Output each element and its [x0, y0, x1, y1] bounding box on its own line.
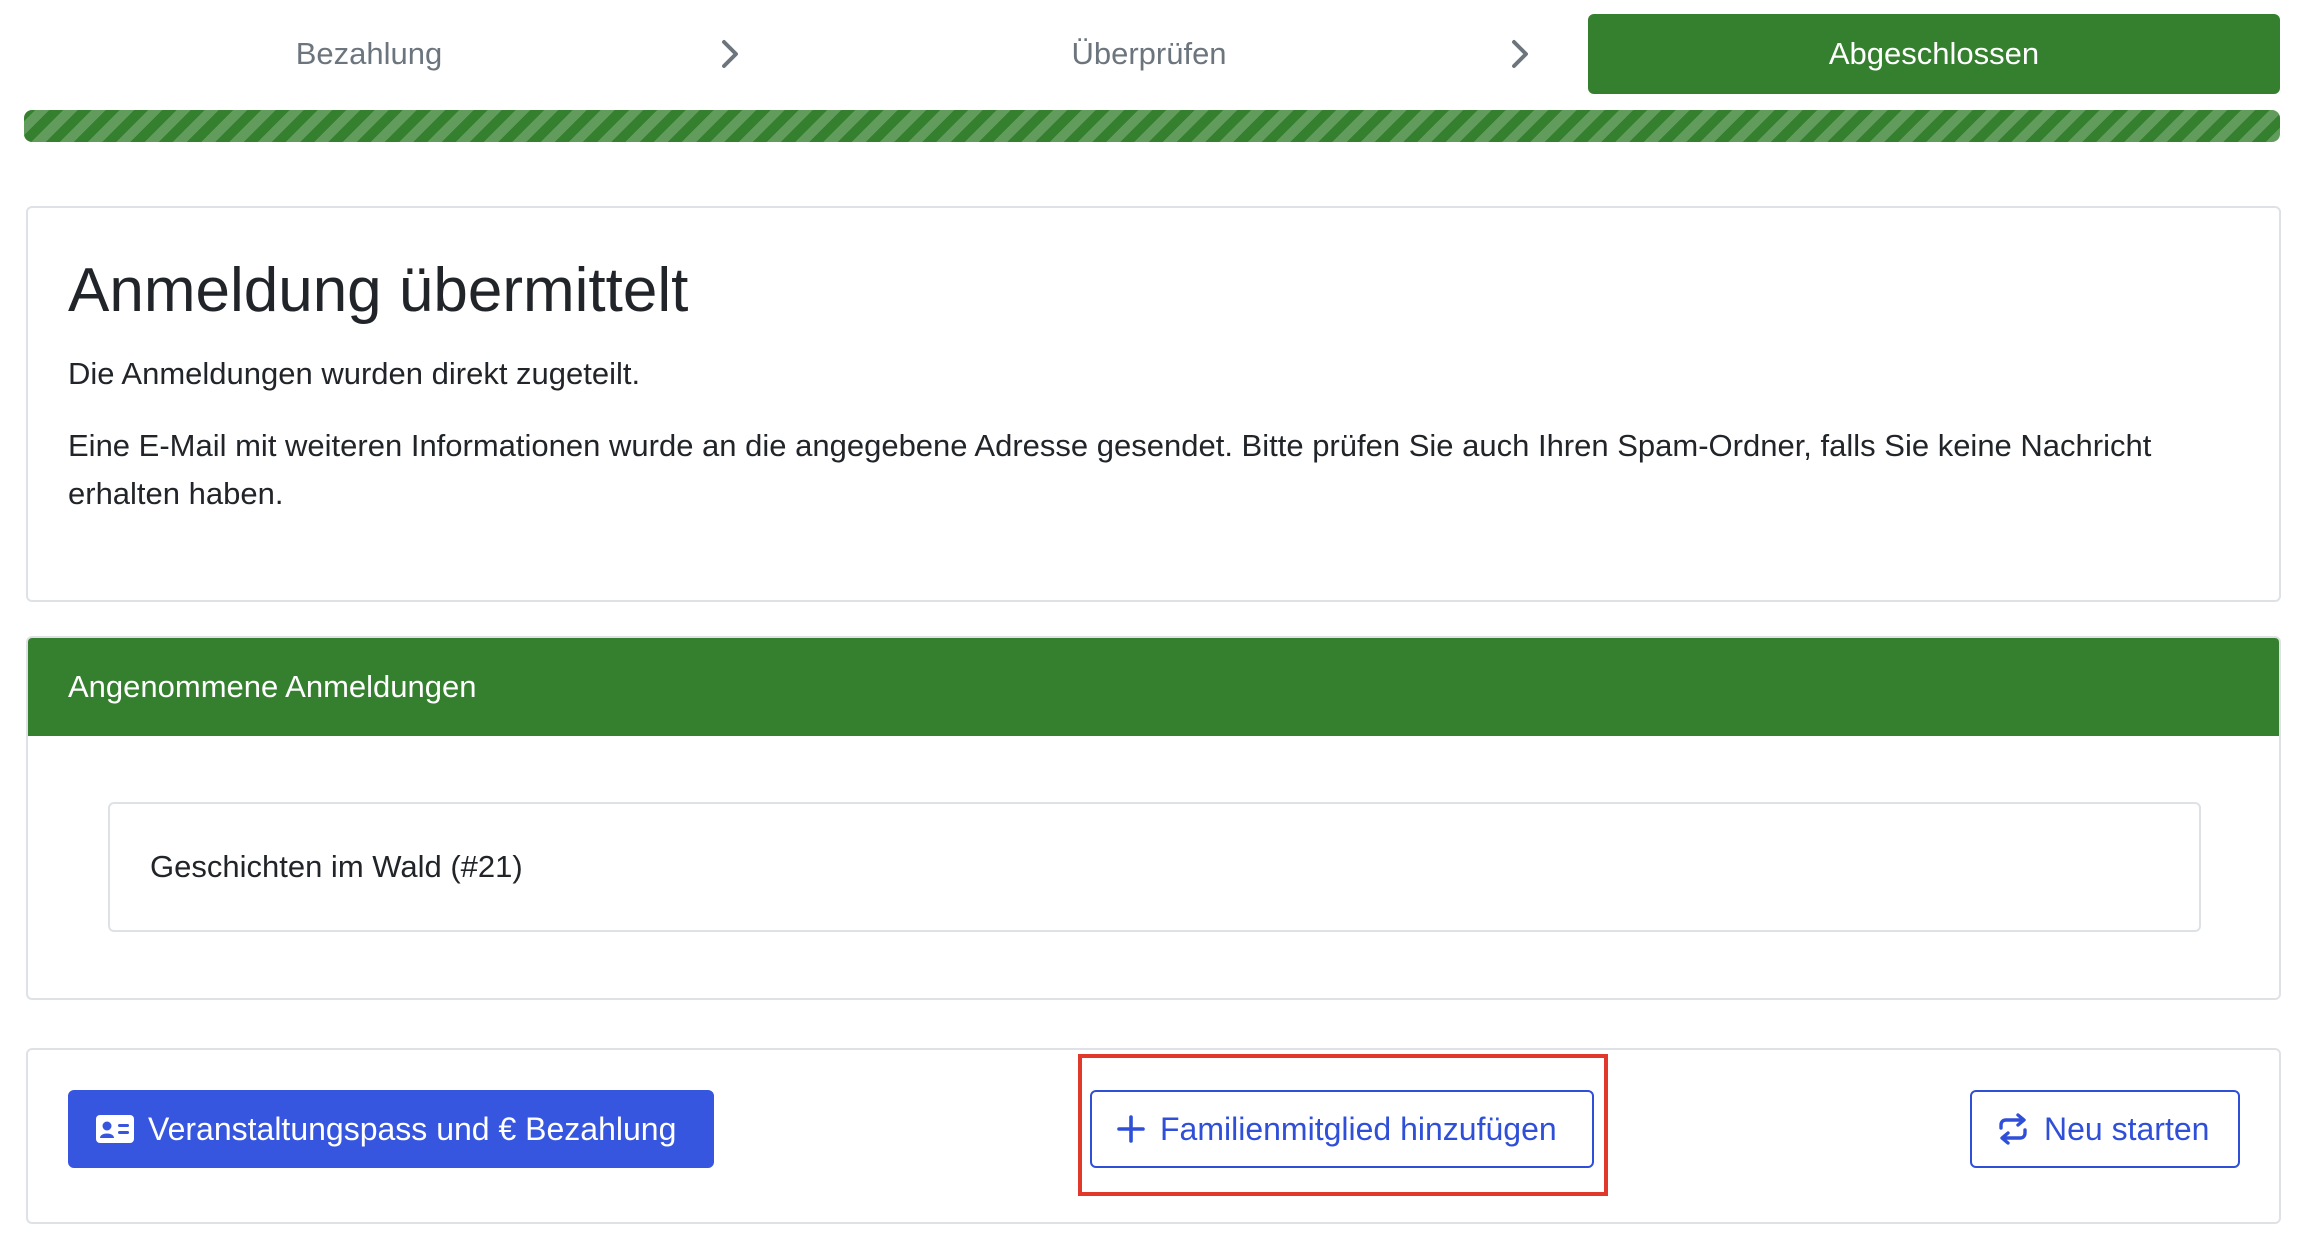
chevron-right-icon — [722, 40, 738, 68]
step-completed-label: Abgeschlossen — [1828, 36, 2040, 71]
step-review-label: Überprüfen — [1071, 36, 1227, 71]
restart-button[interactable]: Neu starten — [1970, 1090, 2240, 1168]
event-pass-payment-label: Veranstaltungspass und € Bezahlung — [148, 1110, 677, 1147]
repeat-icon — [1996, 1112, 2030, 1146]
success-card: Anmeldung übermittelt Die Anmeldungen wu… — [26, 206, 2281, 602]
accepted-registrations-header: Angenommene Anmeldungen — [28, 638, 2279, 736]
registration-complete-page: Bezahlung Überprüfen Abgeschlossen Anmel… — [0, 0, 2302, 1240]
step-payment[interactable]: Bezahlung — [24, 14, 714, 94]
step-review[interactable]: Überprüfen — [804, 14, 1494, 94]
checkout-stepper: Bezahlung Überprüfen Abgeschlossen — [24, 14, 2280, 94]
progress-bar — [24, 110, 2280, 142]
plus-icon — [1116, 1114, 1146, 1144]
actions-card: Veranstaltungspass und € Bezahlung Famil… — [26, 1048, 2281, 1224]
assigned-message: Die Anmeldungen wurden direkt zugeteilt. — [68, 356, 641, 392]
id-card-icon — [96, 1115, 134, 1143]
step-payment-label: Bezahlung — [295, 36, 443, 71]
event-pass-payment-button[interactable]: Veranstaltungspass und € Bezahlung — [68, 1090, 714, 1168]
add-family-member-label: Familienmitglied hinzufügen — [1160, 1110, 1557, 1147]
list-item: Geschichten im Wald (#21) — [108, 802, 2201, 932]
accepted-registrations-title: Angenommene Anmeldungen — [68, 669, 477, 704]
chevron-right-icon — [1512, 40, 1528, 68]
page-title: Anmeldung übermittelt — [68, 256, 689, 325]
email-info-message: Eine E-Mail mit weiteren Informationen w… — [68, 428, 2152, 512]
add-family-member-button[interactable]: Familienmitglied hinzufügen — [1090, 1090, 1594, 1168]
accepted-registrations-card: Angenommene Anmeldungen Geschichten im W… — [26, 636, 2281, 1000]
restart-label: Neu starten — [2044, 1110, 2210, 1147]
registration-item-label: Geschichten im Wald (#21) — [150, 849, 523, 884]
step-completed[interactable]: Abgeschlossen — [1588, 14, 2280, 94]
